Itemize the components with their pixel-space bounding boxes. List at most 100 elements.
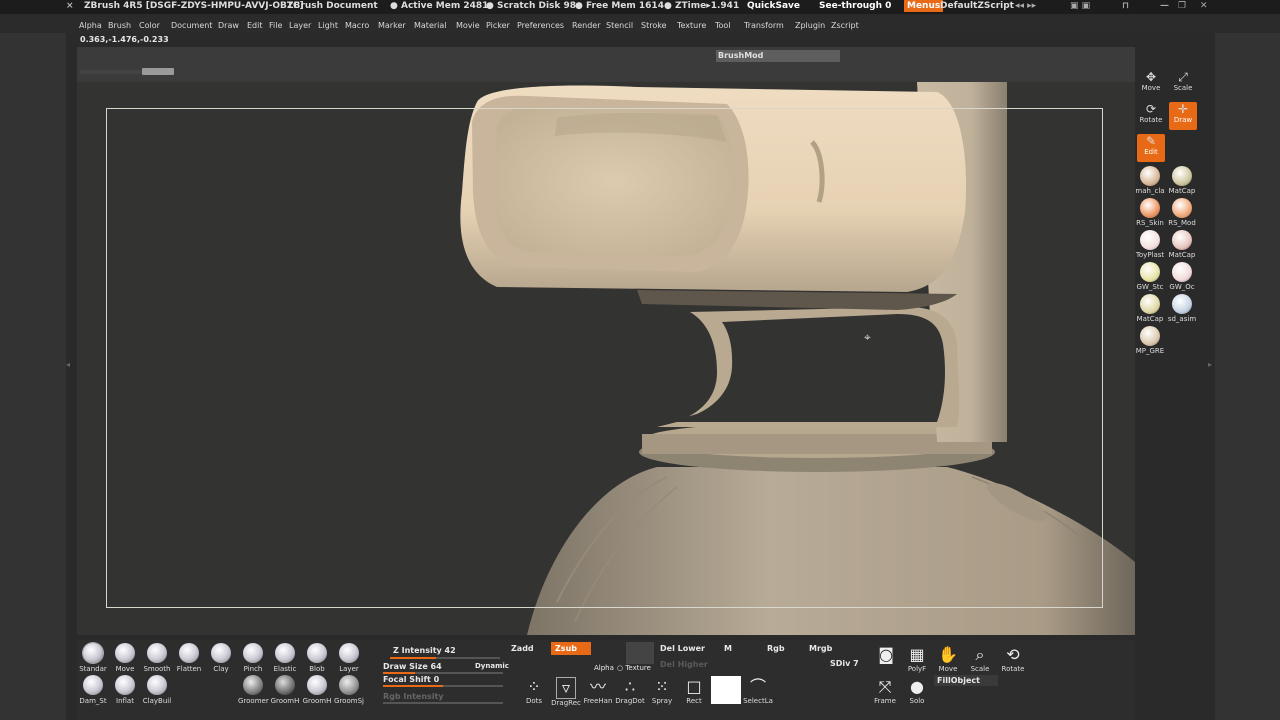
material-swatch[interactable]: MatCap <box>1135 294 1165 323</box>
menu-layer[interactable]: Layer <box>289 21 311 30</box>
stroke-freehand[interactable]: 〰 FreeHan <box>583 677 613 705</box>
brush-standard[interactable]: Standar <box>78 643 108 673</box>
brush-claybuildup[interactable]: ClayBuil <box>142 675 172 705</box>
move-button[interactable]: ✥ Move <box>1137 70 1165 98</box>
rgb-button[interactable]: Rgb <box>767 644 785 653</box>
scroll-handle[interactable] <box>142 68 174 75</box>
del-lower-button[interactable]: Del Lower <box>660 644 705 653</box>
dynamic-button[interactable]: Dynamic <box>475 662 509 670</box>
material-swatch[interactable]: MatCap <box>1167 230 1197 259</box>
menu-brush[interactable]: Brush <box>108 21 131 30</box>
material-swatch[interactable]: RS_Skin <box>1135 198 1165 227</box>
menu-transform[interactable]: Transform <box>744 21 784 30</box>
layout-arrows-icon[interactable]: ◂◂ ▸▸ <box>1015 1 1036 11</box>
menu-document[interactable]: Document <box>171 21 212 30</box>
zadd-button[interactable]: Zadd <box>511 644 534 653</box>
brush-groomh[interactable]: GroomH <box>270 675 300 705</box>
mrgb-button[interactable]: Mrgb <box>809 644 832 653</box>
lock-icon[interactable]: ⊓ <box>1122 1 1129 11</box>
stroke-dots[interactable]: ⁘ Dots <box>521 677 547 705</box>
menu-macro[interactable]: Macro <box>345 21 369 30</box>
del-higher-button[interactable]: Del Higher <box>660 660 708 669</box>
alpha-thumbnail[interactable] <box>626 642 654 664</box>
alpha-button[interactable]: Alpha <box>594 664 614 672</box>
material-swatch[interactable]: ToyPlast <box>1135 230 1165 259</box>
brush-groomspike[interactable]: GroomSj <box>334 675 364 705</box>
menu-tool[interactable]: Tool <box>715 21 731 30</box>
solo-button[interactable]: ● Solo <box>903 677 931 705</box>
fillobject-button[interactable]: FillObject <box>934 675 998 686</box>
draw-button[interactable]: ✛ Draw <box>1169 102 1197 130</box>
menu-color[interactable]: Color <box>139 21 160 30</box>
texture-button[interactable]: ○ Texture <box>617 664 651 672</box>
stroke-dragdot[interactable]: ∴ DragDot <box>615 677 645 705</box>
bottom-move-button[interactable]: ✋ Move <box>934 645 962 673</box>
menu-preferences[interactable]: Preferences <box>517 21 564 30</box>
stroke-spray[interactable]: ⁙ Spray <box>647 677 677 705</box>
menu-movie[interactable]: Movie <box>456 21 480 30</box>
menu-alpha[interactable]: Alpha <box>79 21 102 30</box>
brush-groomer[interactable]: Groomer <box>238 675 269 705</box>
menu-stroke[interactable]: Stroke <box>641 21 667 30</box>
brush-elastic[interactable]: Elastic <box>270 643 300 673</box>
material-swatch[interactable]: GW_Oc <box>1167 262 1197 291</box>
menu-file[interactable]: File <box>269 21 282 30</box>
menu-texture[interactable]: Texture <box>677 21 706 30</box>
brush-inflat[interactable]: Inflat <box>110 675 140 705</box>
brush-dam-standard[interactable]: Dam_St <box>78 675 108 705</box>
menu-picker[interactable]: Picker <box>486 21 510 30</box>
brush-move[interactable]: Move <box>110 643 140 673</box>
quicksave-button[interactable]: QuickSave <box>747 1 800 11</box>
brush-layer[interactable]: Layer <box>334 643 364 673</box>
minimize-icon[interactable]: — <box>1160 1 1169 11</box>
sdiv-slider[interactable]: SDiv 7 <box>830 659 859 668</box>
brush-flatten[interactable]: Flatten <box>174 643 204 673</box>
see-through-slider[interactable]: See-through 0 <box>819 1 891 11</box>
menu-material[interactable]: Material <box>414 21 447 30</box>
material-swatch[interactable]: MP_GRE <box>1135 326 1165 355</box>
stroke-rect[interactable]: □ Rect <box>680 677 708 705</box>
edit-button[interactable]: ✎ Edit <box>1137 134 1165 162</box>
polyf-button[interactable]: ▦ PolyF <box>903 645 931 673</box>
rotate-button[interactable]: ⟳ Rotate <box>1137 102 1165 130</box>
rgb-intensity-slider[interactable] <box>383 702 503 704</box>
color-swatch[interactable] <box>711 676 741 704</box>
material-swatch[interactable]: GW_Stc <box>1135 262 1165 291</box>
stroke-dragrect[interactable]: ▿ DragRec <box>551 677 581 707</box>
frame-button[interactable]: ⤧ Frame <box>871 677 899 705</box>
m-button[interactable]: M <box>724 644 732 653</box>
z-intensity-slider[interactable] <box>390 657 500 659</box>
bottom-rotate-button[interactable]: ⟲ Rotate <box>998 645 1028 673</box>
snapshot-button[interactable]: ◙ <box>873 645 899 665</box>
menu-light[interactable]: Light <box>318 21 338 30</box>
close-icon[interactable]: ✕ <box>1200 1 1208 11</box>
menus-button[interactable]: Menus <box>904 0 944 12</box>
material-swatch[interactable]: mah_cla <box>1135 166 1165 195</box>
scale-button[interactable]: ⤢ Scale <box>1169 70 1197 98</box>
brushmod-slider[interactable]: BrushMod <box>716 50 840 62</box>
brush-clay[interactable]: Clay <box>206 643 236 673</box>
zsub-button[interactable]: Zsub <box>551 642 591 655</box>
menu-edit[interactable]: Edit <box>247 21 263 30</box>
maximize-icon[interactable]: ❐ <box>1178 1 1186 11</box>
menu-stencil[interactable]: Stencil <box>606 21 633 30</box>
brush-pinch[interactable]: Pinch <box>238 643 268 673</box>
default-zscript-button[interactable]: DefaultZScript <box>940 1 1014 11</box>
left-tray-toggle-icon[interactable]: ◂ <box>66 360 72 370</box>
material-swatch[interactable]: sd_asim <box>1167 294 1197 323</box>
material-swatch[interactable]: RS_Mod <box>1167 198 1197 227</box>
material-swatch[interactable]: MatCap <box>1167 166 1197 195</box>
brush-groomh-2[interactable]: GroomH <box>302 675 332 705</box>
brush-smooth[interactable]: Smooth <box>142 643 172 673</box>
menu-marker[interactable]: Marker <box>378 21 406 30</box>
focal-shift-slider[interactable] <box>383 685 503 687</box>
menu-zscript[interactable]: Zscript <box>831 21 859 30</box>
right-tray-toggle-icon[interactable]: ▸ <box>1208 360 1214 370</box>
menu-draw[interactable]: Draw <box>218 21 239 30</box>
menu-render[interactable]: Render <box>572 21 600 30</box>
brush-blob[interactable]: Blob <box>302 643 332 673</box>
stroke-selectlasso[interactable]: ⌒ SelectLa <box>743 677 773 705</box>
menu-zplugin[interactable]: Zplugin <box>795 21 825 30</box>
window-layout-icon[interactable]: ▣ ▣ <box>1070 1 1090 11</box>
bottom-scale-button[interactable]: ⌕ Scale <box>966 645 994 673</box>
